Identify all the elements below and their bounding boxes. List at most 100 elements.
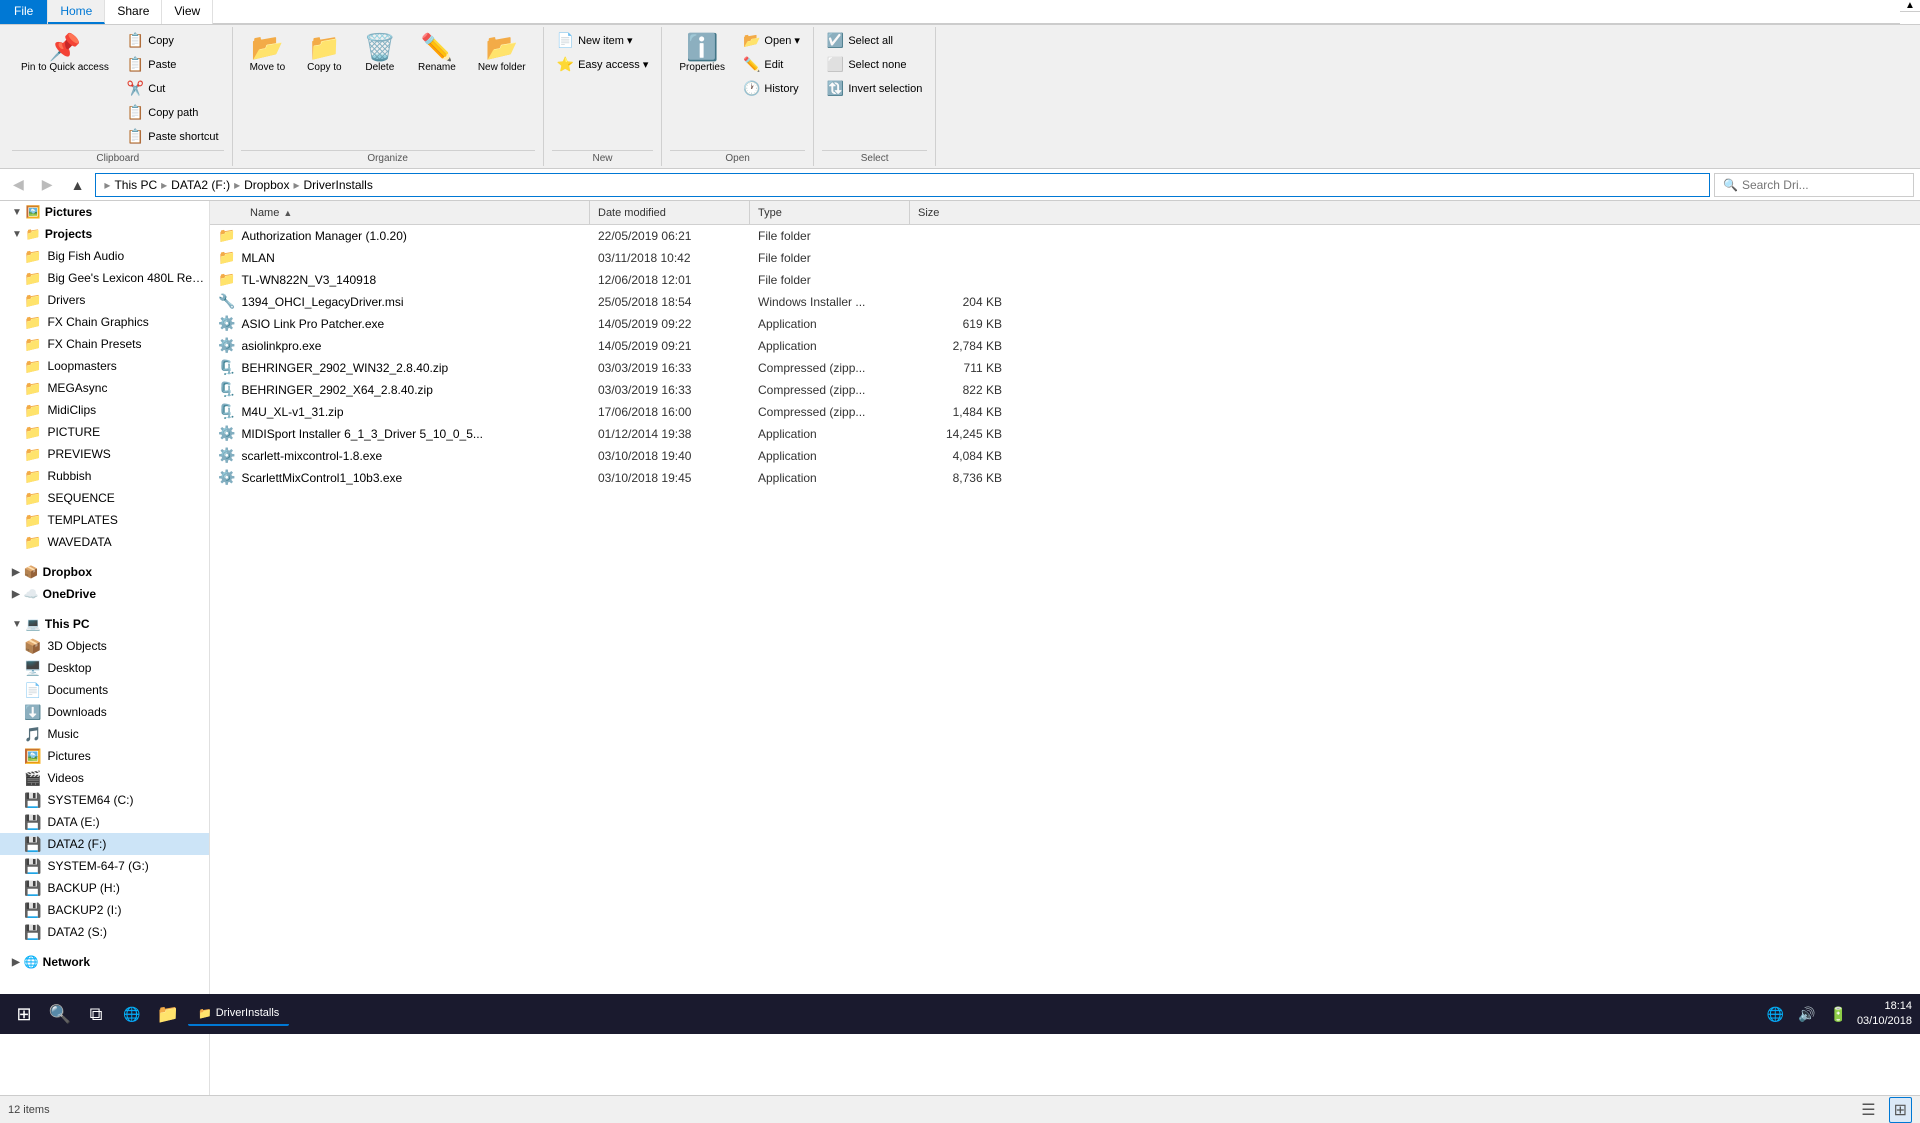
easy-access-button[interactable]: ⭐ Easy access ▾ [552, 53, 654, 76]
table-row[interactable]: 📁Authorization Manager (1.0.20)22/05/201… [210, 225, 1920, 247]
properties-icon: ℹ️ [686, 34, 718, 60]
sidebar-item-templates[interactable]: 📁TEMPLATES [0, 509, 209, 531]
forward-button[interactable]: ▶ [35, 173, 60, 196]
sidebar-item-system-64-7-(g:)[interactable]: 💾SYSTEM-64-7 (G:) [0, 855, 209, 877]
table-row[interactable]: ⚙️scarlett-mixcontrol-1.8.exe03/10/2018 … [210, 445, 1920, 467]
edge-button[interactable]: 🌐 [116, 998, 148, 1030]
list-view-button[interactable]: ⊞ [1889, 1097, 1912, 1123]
sidebar-item-label: FX Chain Presets [47, 337, 141, 351]
ribbon-minimize[interactable]: ▲ [1900, 0, 1920, 12]
search-input[interactable] [1742, 178, 1905, 192]
explorer-button[interactable]: 📁 [152, 998, 184, 1030]
sidebar-item-music[interactable]: 🎵Music [0, 723, 209, 745]
taskbar-app-driverinstalls[interactable]: 📁 DriverInstalls [188, 1003, 289, 1026]
network-tray-icon[interactable]: 🌐 [1763, 1002, 1788, 1027]
sidebar-item-downloads[interactable]: ⬇️Downloads [0, 701, 209, 723]
sidebar-item-desktop[interactable]: 🖥️Desktop [0, 657, 209, 679]
sidebar-item-picture[interactable]: 📁PICTURE [0, 421, 209, 443]
tab-home[interactable]: Home [48, 0, 105, 24]
sidebar-item-documents[interactable]: 📄Documents [0, 679, 209, 701]
history-button[interactable]: 🕐 History [738, 77, 805, 100]
sidebar-item-loopmasters[interactable]: 📁Loopmasters [0, 355, 209, 377]
sidebar-group-onedrive[interactable]: ▶☁️OneDrive [0, 583, 209, 605]
back-button[interactable]: ◀ [6, 173, 31, 196]
sidebar-item-wavedata[interactable]: 📁WAVEDATA [0, 531, 209, 553]
invert-selection-button[interactable]: 🔃 Invert selection [822, 77, 927, 100]
sidebar-item-backup-(h:)[interactable]: 💾BACKUP (H:) [0, 877, 209, 899]
sidebar-group-dropbox[interactable]: ▶📦Dropbox [0, 561, 209, 583]
select-all-button[interactable]: ☑️ Select all [822, 29, 927, 52]
details-view-button[interactable]: ☰ [1856, 1097, 1880, 1123]
paste-shortcut-button[interactable]: 📋 Paste shortcut [122, 125, 224, 148]
sidebar-item-midiclips[interactable]: 📁MidiClips [0, 399, 209, 421]
new-item-button[interactable]: 📄 New item ▾ [552, 29, 654, 52]
clock[interactable]: 18:14 03/10/2018 [1857, 999, 1912, 1030]
sidebar-item-drivers[interactable]: 📁Drivers [0, 289, 209, 311]
properties-button[interactable]: ℹ️ Properties [670, 29, 734, 78]
move-to-button[interactable]: 📂 Move to [241, 29, 295, 78]
sidebar-group-network[interactable]: ▶🌐Network [0, 951, 209, 973]
tab-file[interactable]: File [0, 0, 48, 24]
sidebar-item-big-fish-audio[interactable]: 📁Big Fish Audio [0, 245, 209, 267]
sidebar-item-videos[interactable]: 🎬Videos [0, 767, 209, 789]
table-row[interactable]: ⚙️ASIO Link Pro Patcher.exe14/05/2019 09… [210, 313, 1920, 335]
table-row[interactable]: 📁TL-WN822N_V3_14091812/06/2018 12:01File… [210, 269, 1920, 291]
col-header-name[interactable]: Name ▲ [210, 201, 590, 224]
sidebar-item-fx-chain-presets[interactable]: 📁FX Chain Presets [0, 333, 209, 355]
sidebar-item-fx-chain-graphics[interactable]: 📁FX Chain Graphics [0, 311, 209, 333]
tab-share[interactable]: Share [105, 0, 162, 24]
sidebar-item-backup2-(i:)[interactable]: 💾BACKUP2 (I:) [0, 899, 209, 921]
pin-to-quick-access-button[interactable]: 📌 Pin to Quick access [12, 29, 118, 79]
file-name: Authorization Manager (1.0.20) [241, 229, 406, 243]
copy-button[interactable]: 📋 Copy [122, 29, 224, 52]
start-button[interactable]: ⊞ [8, 998, 40, 1030]
task-view-button[interactable]: ⧉ [80, 998, 112, 1030]
sidebar-group-projects[interactable]: ▼📁Projects [0, 223, 209, 245]
file-list-body: 📁Authorization Manager (1.0.20)22/05/201… [210, 225, 1920, 489]
table-row[interactable]: 🔧1394_OHCI_LegacyDriver.msi25/05/2018 18… [210, 291, 1920, 313]
delete-button[interactable]: 🗑️ Delete [355, 29, 405, 78]
sidebar-item-label: SEQUENCE [47, 491, 114, 505]
sidebar-item-big-gee's-lexicon-480l-reverb[interactable]: 📁Big Gee's Lexicon 480L Reverb [0, 267, 209, 289]
table-row[interactable]: 🗜️M4U_XL-v1_31.zip17/06/2018 16:00Compre… [210, 401, 1920, 423]
search-box[interactable]: 🔍 [1714, 173, 1914, 197]
sidebar-item-sequence[interactable]: 📁SEQUENCE [0, 487, 209, 509]
edit-button[interactable]: ✏️ Edit [738, 53, 805, 76]
sidebar-item-data-(e:)[interactable]: 💾DATA (E:) [0, 811, 209, 833]
cut-button[interactable]: ✂️ Cut [122, 77, 224, 100]
select-none-button[interactable]: ⬜ Select none [822, 53, 927, 76]
sidebar-group-pictures[interactable]: ▼🖼️Pictures [0, 201, 209, 223]
table-row[interactable]: ⚙️asiolinkpro.exe14/05/2019 09:21Applica… [210, 335, 1920, 357]
search-taskbar-button[interactable]: 🔍 [44, 998, 76, 1030]
file-date: 14/05/2019 09:21 [590, 339, 750, 353]
table-row[interactable]: 📁MLAN03/11/2018 10:42File folder [210, 247, 1920, 269]
copy-path-button[interactable]: 📋 Copy path [122, 101, 224, 124]
sidebar-item-previews[interactable]: 📁PREVIEWS [0, 443, 209, 465]
col-header-type[interactable]: Type [750, 201, 910, 224]
rename-button[interactable]: ✏️ Rename [409, 29, 465, 78]
open-button[interactable]: 📂 Open ▾ [738, 29, 805, 52]
col-header-size[interactable]: Size [910, 201, 1010, 224]
new-folder-button[interactable]: 📂 New folder [469, 29, 535, 78]
sidebar-item-3d-objects[interactable]: 📦3D Objects [0, 635, 209, 657]
battery-tray-icon[interactable]: 🔋 [1826, 1002, 1851, 1027]
sidebar-item-rubbish[interactable]: 📁Rubbish [0, 465, 209, 487]
file-size: 822 KB [910, 383, 1010, 397]
table-row[interactable]: 🗜️BEHRINGER_2902_X64_2.8.40.zip03/03/201… [210, 379, 1920, 401]
sidebar-item-data2-(s:)[interactable]: 💾DATA2 (S:) [0, 921, 209, 943]
sidebar-item-system64-(c:)[interactable]: 💾SYSTEM64 (C:) [0, 789, 209, 811]
sidebar-group-this-pc[interactable]: ▼💻This PC [0, 613, 209, 635]
volume-tray-icon[interactable]: 🔊 [1794, 1002, 1819, 1027]
paste-button[interactable]: 📋 Paste [122, 53, 224, 76]
copy-to-button[interactable]: 📁 Copy to [298, 29, 350, 78]
col-header-date[interactable]: Date modified [590, 201, 750, 224]
table-row[interactable]: ⚙️MIDISport Installer 6_1_3_Driver 5_10_… [210, 423, 1920, 445]
table-row[interactable]: ⚙️ScarlettMixControl1_10b3.exe03/10/2018… [210, 467, 1920, 489]
sidebar-item-data2-(f:)[interactable]: 💾DATA2 (F:) [0, 833, 209, 855]
sidebar-item-pictures[interactable]: 🖼️Pictures [0, 745, 209, 767]
sidebar-item-megasync[interactable]: 📁MEGAsync [0, 377, 209, 399]
address-path[interactable]: ▸ This PC ▸ DATA2 (F:) ▸ Dropbox ▸ Drive… [95, 173, 1710, 197]
tab-view[interactable]: View [162, 0, 213, 24]
up-button[interactable]: ▲ [64, 174, 92, 196]
table-row[interactable]: 🗜️BEHRINGER_2902_WIN32_2.8.40.zip03/03/2… [210, 357, 1920, 379]
